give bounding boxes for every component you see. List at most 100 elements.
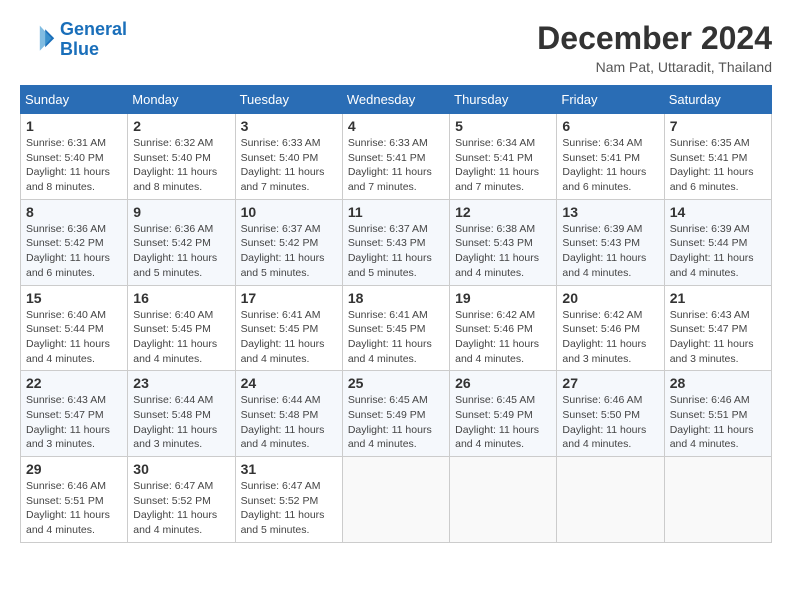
calendar-cell: 15 Sunrise: 6:40 AM Sunset: 5:44 PM Dayl… bbox=[21, 285, 128, 371]
day-info: Sunrise: 6:37 AM Sunset: 5:42 PM Dayligh… bbox=[241, 222, 337, 281]
day-number: 11 bbox=[348, 204, 444, 220]
day-number: 15 bbox=[26, 290, 122, 306]
calendar-cell: 19 Sunrise: 6:42 AM Sunset: 5:46 PM Dayl… bbox=[450, 285, 557, 371]
calendar-cell: 24 Sunrise: 6:44 AM Sunset: 5:48 PM Dayl… bbox=[235, 371, 342, 457]
day-info: Sunrise: 6:45 AM Sunset: 5:49 PM Dayligh… bbox=[455, 393, 551, 452]
day-info: Sunrise: 6:39 AM Sunset: 5:44 PM Dayligh… bbox=[670, 222, 766, 281]
day-info: Sunrise: 6:34 AM Sunset: 5:41 PM Dayligh… bbox=[562, 136, 658, 195]
day-number: 24 bbox=[241, 375, 337, 391]
day-info: Sunrise: 6:40 AM Sunset: 5:45 PM Dayligh… bbox=[133, 308, 229, 367]
calendar-cell: 5 Sunrise: 6:34 AM Sunset: 5:41 PM Dayli… bbox=[450, 114, 557, 200]
logo-line1: General bbox=[60, 19, 127, 39]
calendar-cell: 29 Sunrise: 6:46 AM Sunset: 5:51 PM Dayl… bbox=[21, 457, 128, 543]
day-number: 19 bbox=[455, 290, 551, 306]
day-info: Sunrise: 6:40 AM Sunset: 5:44 PM Dayligh… bbox=[26, 308, 122, 367]
day-info: Sunrise: 6:39 AM Sunset: 5:43 PM Dayligh… bbox=[562, 222, 658, 281]
calendar-day-header: Thursday bbox=[450, 86, 557, 114]
calendar-cell: 7 Sunrise: 6:35 AM Sunset: 5:41 PM Dayli… bbox=[664, 114, 771, 200]
calendar-cell: 14 Sunrise: 6:39 AM Sunset: 5:44 PM Dayl… bbox=[664, 199, 771, 285]
calendar-cell bbox=[342, 457, 449, 543]
day-info: Sunrise: 6:46 AM Sunset: 5:51 PM Dayligh… bbox=[26, 479, 122, 538]
day-info: Sunrise: 6:43 AM Sunset: 5:47 PM Dayligh… bbox=[670, 308, 766, 367]
day-number: 14 bbox=[670, 204, 766, 220]
calendar-week-row: 1 Sunrise: 6:31 AM Sunset: 5:40 PM Dayli… bbox=[21, 114, 772, 200]
calendar-day-header: Sunday bbox=[21, 86, 128, 114]
calendar-cell: 31 Sunrise: 6:47 AM Sunset: 5:52 PM Dayl… bbox=[235, 457, 342, 543]
month-title: December 2024 bbox=[537, 20, 772, 57]
page-header: General Blue December 2024 Nam Pat, Utta… bbox=[20, 20, 772, 75]
day-info: Sunrise: 6:41 AM Sunset: 5:45 PM Dayligh… bbox=[348, 308, 444, 367]
calendar-cell: 21 Sunrise: 6:43 AM Sunset: 5:47 PM Dayl… bbox=[664, 285, 771, 371]
calendar-cell: 20 Sunrise: 6:42 AM Sunset: 5:46 PM Dayl… bbox=[557, 285, 664, 371]
calendar-cell: 11 Sunrise: 6:37 AM Sunset: 5:43 PM Dayl… bbox=[342, 199, 449, 285]
day-info: Sunrise: 6:36 AM Sunset: 5:42 PM Dayligh… bbox=[133, 222, 229, 281]
day-info: Sunrise: 6:33 AM Sunset: 5:41 PM Dayligh… bbox=[348, 136, 444, 195]
day-number: 25 bbox=[348, 375, 444, 391]
day-info: Sunrise: 6:42 AM Sunset: 5:46 PM Dayligh… bbox=[562, 308, 658, 367]
calendar-cell: 2 Sunrise: 6:32 AM Sunset: 5:40 PM Dayli… bbox=[128, 114, 235, 200]
day-info: Sunrise: 6:34 AM Sunset: 5:41 PM Dayligh… bbox=[455, 136, 551, 195]
day-number: 27 bbox=[562, 375, 658, 391]
calendar-day-header: Tuesday bbox=[235, 86, 342, 114]
day-info: Sunrise: 6:47 AM Sunset: 5:52 PM Dayligh… bbox=[241, 479, 337, 538]
day-number: 8 bbox=[26, 204, 122, 220]
calendar-cell: 17 Sunrise: 6:41 AM Sunset: 5:45 PM Dayl… bbox=[235, 285, 342, 371]
day-info: Sunrise: 6:44 AM Sunset: 5:48 PM Dayligh… bbox=[241, 393, 337, 452]
day-info: Sunrise: 6:46 AM Sunset: 5:50 PM Dayligh… bbox=[562, 393, 658, 452]
calendar-week-row: 29 Sunrise: 6:46 AM Sunset: 5:51 PM Dayl… bbox=[21, 457, 772, 543]
logo-icon bbox=[20, 22, 56, 58]
title-section: December 2024 Nam Pat, Uttaradit, Thaila… bbox=[537, 20, 772, 75]
day-info: Sunrise: 6:33 AM Sunset: 5:40 PM Dayligh… bbox=[241, 136, 337, 195]
day-number: 20 bbox=[562, 290, 658, 306]
day-number: 13 bbox=[562, 204, 658, 220]
calendar-cell bbox=[557, 457, 664, 543]
calendar-header-row: SundayMondayTuesdayWednesdayThursdayFrid… bbox=[21, 86, 772, 114]
calendar-day-header: Saturday bbox=[664, 86, 771, 114]
calendar-cell: 1 Sunrise: 6:31 AM Sunset: 5:40 PM Dayli… bbox=[21, 114, 128, 200]
day-number: 9 bbox=[133, 204, 229, 220]
day-info: Sunrise: 6:43 AM Sunset: 5:47 PM Dayligh… bbox=[26, 393, 122, 452]
calendar-cell: 22 Sunrise: 6:43 AM Sunset: 5:47 PM Dayl… bbox=[21, 371, 128, 457]
day-info: Sunrise: 6:31 AM Sunset: 5:40 PM Dayligh… bbox=[26, 136, 122, 195]
day-number: 10 bbox=[241, 204, 337, 220]
calendar-cell: 28 Sunrise: 6:46 AM Sunset: 5:51 PM Dayl… bbox=[664, 371, 771, 457]
calendar-cell: 18 Sunrise: 6:41 AM Sunset: 5:45 PM Dayl… bbox=[342, 285, 449, 371]
day-info: Sunrise: 6:32 AM Sunset: 5:40 PM Dayligh… bbox=[133, 136, 229, 195]
day-info: Sunrise: 6:47 AM Sunset: 5:52 PM Dayligh… bbox=[133, 479, 229, 538]
calendar-cell: 13 Sunrise: 6:39 AM Sunset: 5:43 PM Dayl… bbox=[557, 199, 664, 285]
day-info: Sunrise: 6:37 AM Sunset: 5:43 PM Dayligh… bbox=[348, 222, 444, 281]
calendar-cell: 12 Sunrise: 6:38 AM Sunset: 5:43 PM Dayl… bbox=[450, 199, 557, 285]
day-info: Sunrise: 6:46 AM Sunset: 5:51 PM Dayligh… bbox=[670, 393, 766, 452]
day-number: 31 bbox=[241, 461, 337, 477]
day-number: 2 bbox=[133, 118, 229, 134]
day-info: Sunrise: 6:35 AM Sunset: 5:41 PM Dayligh… bbox=[670, 136, 766, 195]
day-number: 17 bbox=[241, 290, 337, 306]
calendar-cell: 3 Sunrise: 6:33 AM Sunset: 5:40 PM Dayli… bbox=[235, 114, 342, 200]
calendar-week-row: 8 Sunrise: 6:36 AM Sunset: 5:42 PM Dayli… bbox=[21, 199, 772, 285]
calendar-day-header: Friday bbox=[557, 86, 664, 114]
day-info: Sunrise: 6:45 AM Sunset: 5:49 PM Dayligh… bbox=[348, 393, 444, 452]
day-number: 29 bbox=[26, 461, 122, 477]
calendar-cell: 23 Sunrise: 6:44 AM Sunset: 5:48 PM Dayl… bbox=[128, 371, 235, 457]
day-number: 26 bbox=[455, 375, 551, 391]
day-number: 4 bbox=[348, 118, 444, 134]
day-number: 22 bbox=[26, 375, 122, 391]
calendar-day-header: Monday bbox=[128, 86, 235, 114]
calendar-week-row: 22 Sunrise: 6:43 AM Sunset: 5:47 PM Dayl… bbox=[21, 371, 772, 457]
calendar-day-header: Wednesday bbox=[342, 86, 449, 114]
day-number: 3 bbox=[241, 118, 337, 134]
day-number: 6 bbox=[562, 118, 658, 134]
calendar-cell: 30 Sunrise: 6:47 AM Sunset: 5:52 PM Dayl… bbox=[128, 457, 235, 543]
calendar-cell: 16 Sunrise: 6:40 AM Sunset: 5:45 PM Dayl… bbox=[128, 285, 235, 371]
calendar-cell: 25 Sunrise: 6:45 AM Sunset: 5:49 PM Dayl… bbox=[342, 371, 449, 457]
day-info: Sunrise: 6:42 AM Sunset: 5:46 PM Dayligh… bbox=[455, 308, 551, 367]
day-number: 21 bbox=[670, 290, 766, 306]
calendar-cell: 9 Sunrise: 6:36 AM Sunset: 5:42 PM Dayli… bbox=[128, 199, 235, 285]
calendar-table: SundayMondayTuesdayWednesdayThursdayFrid… bbox=[20, 85, 772, 543]
day-number: 1 bbox=[26, 118, 122, 134]
calendar-cell bbox=[450, 457, 557, 543]
day-info: Sunrise: 6:44 AM Sunset: 5:48 PM Dayligh… bbox=[133, 393, 229, 452]
location: Nam Pat, Uttaradit, Thailand bbox=[537, 59, 772, 75]
logo-line2: Blue bbox=[60, 39, 99, 59]
day-info: Sunrise: 6:41 AM Sunset: 5:45 PM Dayligh… bbox=[241, 308, 337, 367]
